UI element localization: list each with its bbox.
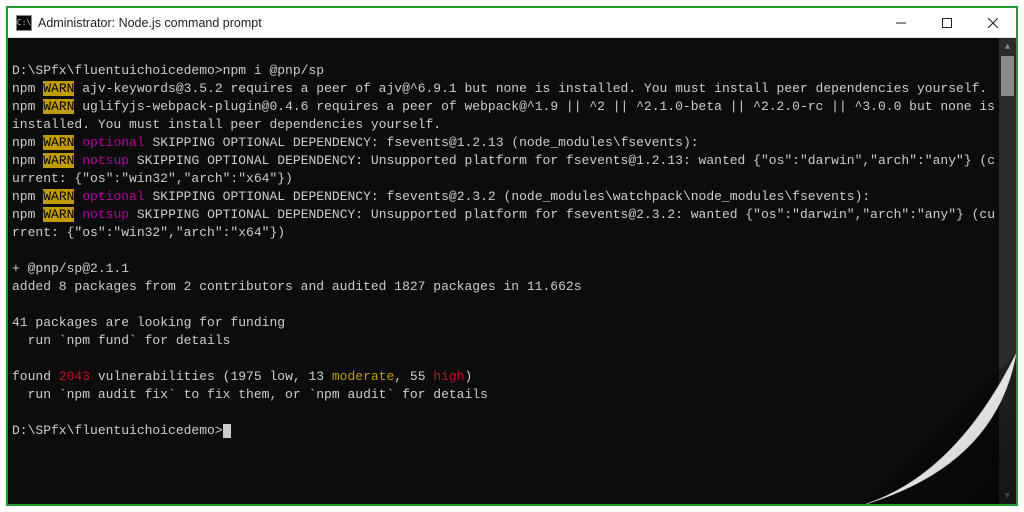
- optional-token: optional: [82, 135, 144, 150]
- minimize-button[interactable]: [878, 8, 924, 38]
- line-opt2: SKIPPING OPTIONAL DEPENDENCY: fsevents@2…: [145, 189, 871, 204]
- warn-badge: WARN: [43, 207, 74, 222]
- line-installed: + @pnp/sp@2.1.1: [12, 261, 129, 276]
- scrollbar[interactable]: ▲ ▼: [999, 38, 1016, 504]
- line-funding1: 41 packages are looking for funding: [12, 315, 285, 330]
- vuln-moderate: moderate: [332, 369, 394, 384]
- vuln-post: ): [465, 369, 473, 384]
- npm-token: npm: [12, 189, 35, 204]
- warn-badge: WARN: [43, 81, 74, 96]
- prompt-path: D:\SPfx\fluentuichoicedemo>: [12, 423, 223, 438]
- npm-token: npm: [12, 99, 35, 114]
- terminal-output[interactable]: D:\SPfx\fluentuichoicedemo>npm i @pnp/sp…: [8, 38, 999, 504]
- npm-token: npm: [12, 207, 35, 222]
- vuln-mid1: vulnerabilities (1975 low, 13: [90, 369, 332, 384]
- npm-token: npm: [12, 153, 35, 168]
- vuln-count: 2043: [59, 369, 90, 384]
- line-vuln2: run `npm audit fix` to fix them, or `npm…: [12, 387, 488, 402]
- notsup-token: notsup: [82, 153, 129, 168]
- maximize-button[interactable]: [924, 8, 970, 38]
- line-uglify: uglifyjs-webpack-plugin@0.4.6 requires a…: [12, 99, 999, 132]
- warn-badge: WARN: [43, 189, 74, 204]
- optional-token: optional: [82, 189, 144, 204]
- line-notsup1: SKIPPING OPTIONAL DEPENDENCY: Unsupporte…: [12, 153, 995, 186]
- vuln-high: high: [433, 369, 464, 384]
- scroll-thumb[interactable]: [1001, 56, 1014, 96]
- line-opt1: SKIPPING OPTIONAL DEPENDENCY: fsevents@1…: [145, 135, 699, 150]
- warn-badge: WARN: [43, 153, 74, 168]
- vuln-pre: found: [12, 369, 59, 384]
- window-frame: C:\ Administrator: Node.js command promp…: [6, 6, 1018, 506]
- notsup-token: notsup: [82, 207, 129, 222]
- line-ajv: ajv-keywords@3.5.2 requires a peer of aj…: [74, 81, 987, 96]
- vuln-mid2: , 55: [394, 369, 433, 384]
- npm-token: npm: [12, 135, 35, 150]
- window-title: Administrator: Node.js command prompt: [38, 16, 262, 30]
- line-funding2: run `npm fund` for details: [12, 333, 230, 348]
- npm-token: npm: [12, 81, 35, 96]
- prompt-path: D:\SPfx\fluentuichoicedemo>: [12, 63, 223, 78]
- line-added: added 8 packages from 2 contributors and…: [12, 279, 582, 294]
- scroll-down-icon[interactable]: ▼: [999, 487, 1016, 504]
- line-notsup2: SKIPPING OPTIONAL DEPENDENCY: Unsupporte…: [12, 207, 995, 240]
- app-icon: C:\: [16, 15, 32, 31]
- warn-badge: WARN: [43, 135, 74, 150]
- close-button[interactable]: [970, 8, 1016, 38]
- cursor-icon: [223, 424, 231, 438]
- terminal-area: D:\SPfx\fluentuichoicedemo>npm i @pnp/sp…: [8, 38, 1016, 504]
- titlebar[interactable]: C:\ Administrator: Node.js command promp…: [8, 8, 1016, 38]
- command-text: npm i @pnp/sp: [223, 63, 324, 78]
- warn-badge: WARN: [43, 99, 74, 114]
- scroll-up-icon[interactable]: ▲: [999, 38, 1016, 55]
